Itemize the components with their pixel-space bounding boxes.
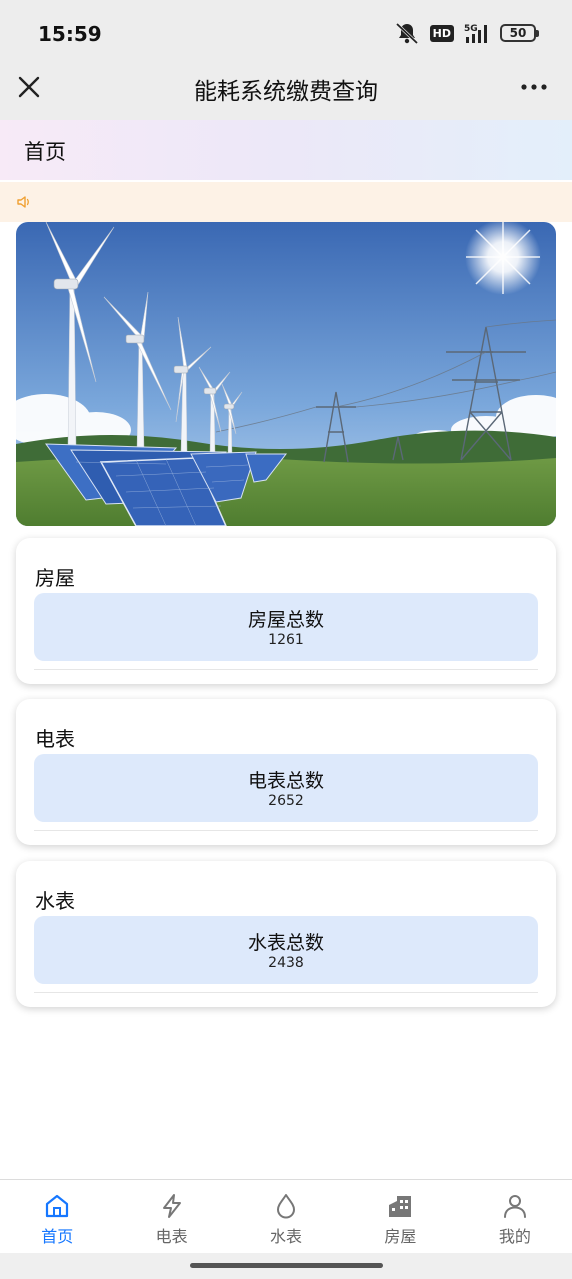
lightning-icon xyxy=(162,1194,181,1218)
tab-label: 水表 xyxy=(270,1227,303,1246)
mute-bell-icon xyxy=(395,22,418,44)
card-divider xyxy=(34,669,538,670)
home-icon xyxy=(46,1194,69,1218)
tab-profile[interactable]: 我的 xyxy=(458,1180,572,1253)
svg-text:5G: 5G xyxy=(464,24,478,34)
stat-value: 2438 xyxy=(268,955,304,971)
house-total-stat[interactable]: 房屋总数 1261 xyxy=(34,593,538,661)
card-divider xyxy=(34,830,538,831)
tab-label: 电表 xyxy=(155,1227,188,1246)
gesture-area xyxy=(0,1253,572,1279)
electric-meter-total-stat[interactable]: 电表总数 2652 xyxy=(34,754,538,822)
signal-5g-icon: 5G xyxy=(464,24,487,43)
stat-label: 房屋总数 xyxy=(247,609,324,631)
building-icon xyxy=(389,1196,412,1217)
user-icon xyxy=(503,1195,526,1218)
tab-home[interactable]: 首页 xyxy=(0,1180,114,1253)
more-icon[interactable] xyxy=(520,82,548,92)
tab-label: 房屋 xyxy=(384,1227,417,1246)
status-icons: HD 5G 50 xyxy=(394,22,539,44)
notice-bar[interactable] xyxy=(0,182,572,222)
card-title: 房屋 xyxy=(35,566,75,590)
banner-image xyxy=(16,222,556,526)
electric-meter-card[interactable]: 电表 电表总数 2652 xyxy=(16,699,556,845)
tab-water-meter[interactable]: 水表 xyxy=(229,1180,343,1253)
stat-value: 2652 xyxy=(268,793,304,809)
tab-electric-meter[interactable]: 电表 xyxy=(114,1180,228,1253)
tab-house[interactable]: 房屋 xyxy=(343,1180,457,1253)
hd-badge: HD xyxy=(429,24,454,42)
battery-level: 50 xyxy=(509,26,527,40)
water-meter-total-stat[interactable]: 水表总数 2438 xyxy=(34,916,538,984)
stat-label: 水表总数 xyxy=(247,932,324,954)
banner-illustration xyxy=(16,222,556,526)
battery-indicator: 50 xyxy=(500,24,539,42)
speaker-icon xyxy=(17,196,29,208)
card-divider xyxy=(34,992,538,993)
stat-label: 电表总数 xyxy=(247,770,324,792)
tab-label: 我的 xyxy=(498,1227,531,1246)
bottom-tab-bar: 首页 电表 水表 房屋 我的 xyxy=(0,1179,572,1253)
tab-label: 首页 xyxy=(41,1227,74,1246)
status-bar: 15:59 HD 5G 50 xyxy=(0,0,572,64)
stat-value: 1261 xyxy=(268,632,304,648)
home-indicator[interactable] xyxy=(190,1263,383,1268)
page-title: 能耗系统缴费查询 xyxy=(194,79,378,105)
title-bar: 能耗系统缴费查询 xyxy=(0,64,572,120)
status-time: 15:59 xyxy=(38,22,102,46)
card-title: 电表 xyxy=(35,727,75,751)
card-title: 水表 xyxy=(35,889,75,913)
water-meter-card[interactable]: 水表 水表总数 2438 xyxy=(16,861,556,1007)
header-title: 首页 xyxy=(24,140,66,164)
water-drop-icon xyxy=(277,1194,296,1219)
house-card[interactable]: 房屋 房屋总数 1261 xyxy=(16,538,556,684)
page-header: 首页 xyxy=(0,120,572,180)
